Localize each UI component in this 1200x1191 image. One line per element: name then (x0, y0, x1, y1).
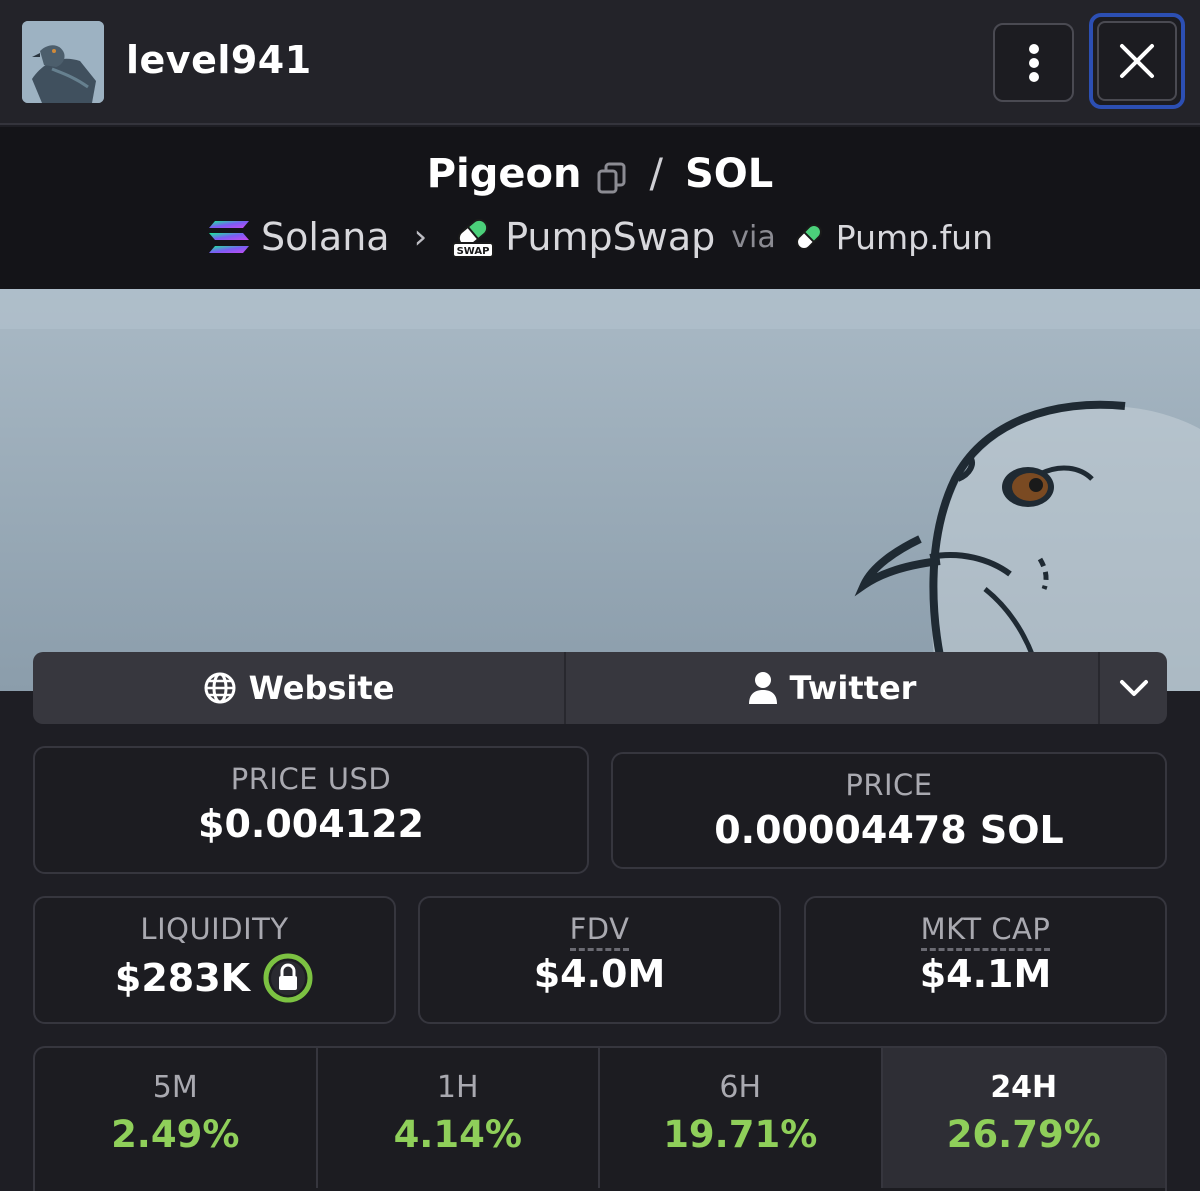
liquidity-value: $283K (114, 956, 251, 1000)
copy-icon-svg (597, 162, 626, 194)
price-usd-label: PRICE USD (230, 762, 392, 796)
chain-name[interactable]: Solana (261, 215, 390, 259)
solana-icon (208, 221, 249, 253)
period-tab-24h[interactable]: 24H 26.79% (882, 1048, 1165, 1188)
pumpswap-icon: SWAP (452, 218, 495, 258)
fdv-label-wrap: FDV (420, 912, 779, 951)
fdv-label[interactable]: FDV (569, 912, 630, 951)
pumpfun-pill-icon (795, 224, 822, 250)
token-avatar[interactable] (22, 21, 104, 103)
price-sol-card: PRICE 0.00004478 SOL (611, 752, 1167, 869)
chevron-right-icon: › (413, 217, 428, 257)
route-breadcrumb: Solana › SWAP PumpSwap via Pump.fun (0, 215, 1200, 259)
period-tab-6h[interactable]: 6H 19.71% (600, 1048, 883, 1188)
base-token-name: Pigeon (426, 151, 582, 197)
period-tab-5m[interactable]: 5M 2.49% (35, 1048, 318, 1188)
liquidity-label: LIQUIDITY (140, 912, 289, 946)
market-cap-card: MKT CAP $4.1M (804, 896, 1167, 1024)
pair-title: Pigeon / SOL (0, 151, 1200, 197)
liquidity-value-row: $283K (35, 952, 394, 1004)
mktcap-label-wrap: MKT CAP (806, 912, 1165, 951)
price-sol-label: PRICE (845, 768, 933, 802)
close-x-icon (1120, 44, 1154, 78)
token-banner-image (0, 289, 1200, 691)
user-icon (748, 672, 777, 704)
header-bar: level941 (0, 0, 1200, 125)
period-label: 6H (719, 1070, 762, 1105)
twitter-label: Twitter (789, 669, 917, 707)
twitter-button[interactable]: Twitter (566, 652, 1100, 724)
username: level941 (126, 38, 312, 82)
website-button[interactable]: Website (33, 652, 566, 724)
pair-info: Pigeon / SOL Solana › SWAP PumpSwap via … (0, 127, 1200, 289)
fdv-value: $4.0M (533, 952, 666, 996)
period-tab-1h[interactable]: 1H 4.14% (318, 1048, 600, 1188)
quote-token-name: SOL (684, 151, 774, 197)
copy-icon[interactable] (597, 158, 627, 194)
website-label: Website (248, 669, 395, 707)
globe-icon (204, 672, 236, 704)
close-button-inner (1097, 21, 1177, 101)
period-change: 2.49% (111, 1113, 240, 1156)
price-usd-card: PRICE USD $0.004122 (33, 746, 589, 874)
more-links-dropdown[interactable] (1100, 652, 1167, 724)
pigeon-avatar-icon (22, 21, 104, 103)
price-sol-value: 0.00004478 SOL (714, 808, 1064, 852)
price-usd-value: $0.004122 (198, 802, 424, 846)
svg-text:SWAP: SWAP (457, 246, 490, 257)
pigeon-banner-art (0, 289, 1200, 691)
liquidity-card: LIQUIDITY $283K (33, 896, 396, 1024)
chevron-down-icon (1119, 680, 1148, 696)
social-links-bar: Website Twitter (33, 652, 1167, 724)
lock-icon[interactable] (262, 952, 314, 1004)
period-change: 26.79% (946, 1113, 1101, 1156)
via-label: via (731, 219, 776, 255)
period-change: 19.71% (663, 1113, 818, 1156)
close-button[interactable] (1089, 13, 1185, 109)
period-change: 4.14% (393, 1113, 522, 1156)
mktcap-label[interactable]: MKT CAP (920, 912, 1051, 951)
launchpad-name[interactable]: Pump.fun (836, 218, 993, 257)
vertical-dots-icon (1028, 43, 1039, 82)
fdv-card: FDV $4.0M (418, 896, 781, 1024)
period-label: 5M (152, 1070, 198, 1105)
more-options-button[interactable] (993, 23, 1074, 102)
price-change-tabs: 5M 2.49% 1H 4.14% 6H 19.71% 24H 26.79% (33, 1046, 1167, 1191)
mktcap-value: $4.1M (919, 952, 1052, 996)
period-label: 24H (990, 1070, 1058, 1105)
pair-separator: / (649, 151, 663, 197)
period-label: 1H (436, 1070, 479, 1105)
dex-name[interactable]: PumpSwap (505, 215, 715, 259)
